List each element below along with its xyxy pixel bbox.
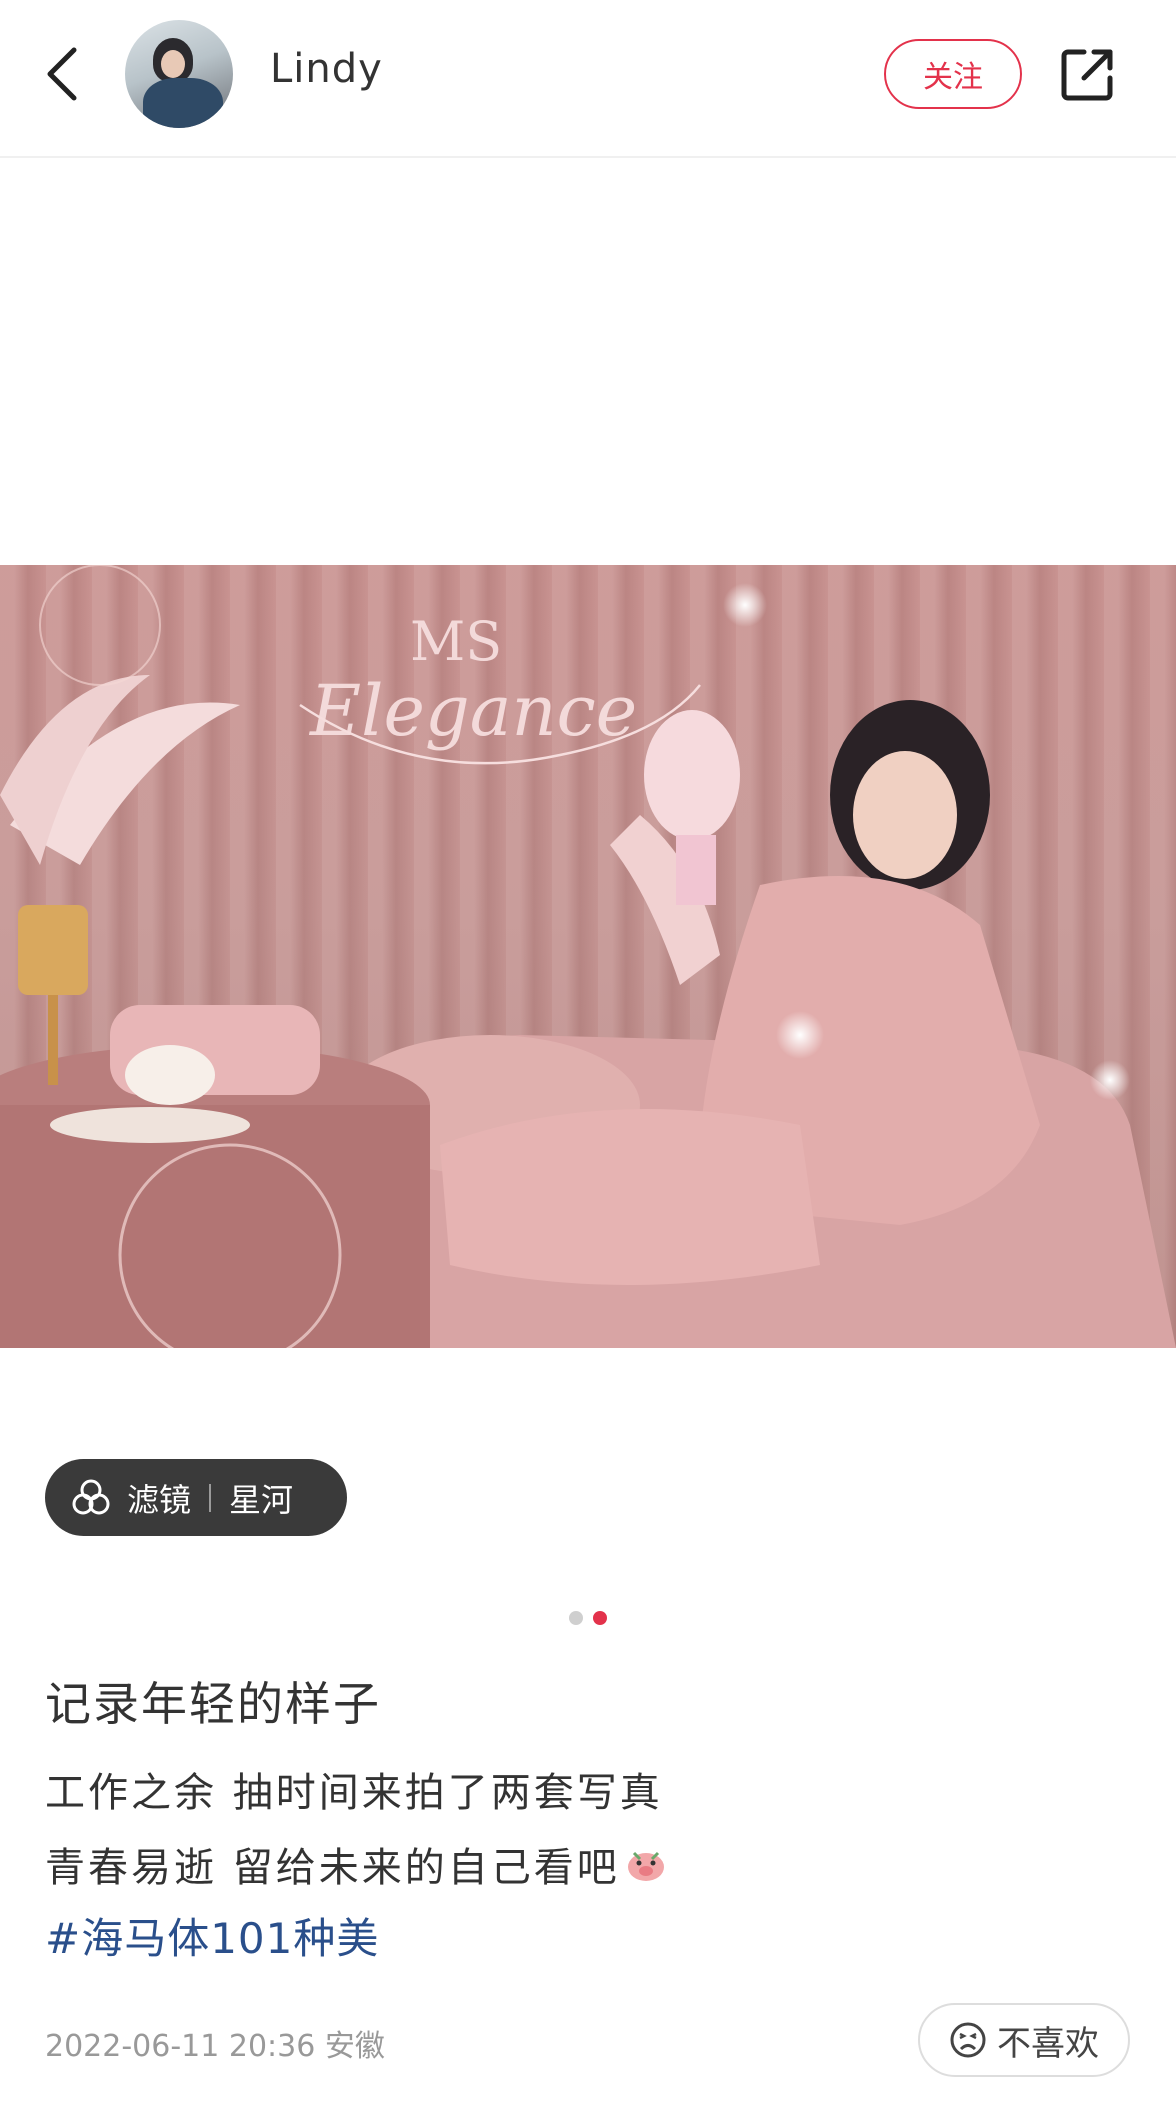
post-body-line-text: 青春易逝 留给未来的自己看吧 — [45, 1845, 620, 1891]
carousel-dot — [569, 1611, 583, 1625]
filter-icon — [72, 1479, 110, 1514]
follow-button[interactable]: 关注 — [884, 39, 1022, 109]
top-bar: Lindy 关注 — [0, 0, 1176, 158]
back-arrow-icon[interactable] — [38, 44, 86, 104]
photo-illustration: Elegance MS — [0, 565, 1176, 1348]
carousel-indicator — [569, 1611, 607, 1625]
image-carousel[interactable]: Elegance MS — [0, 158, 1176, 1566]
post-body-line: 工作之余 抽时间来拍了两套写真 — [45, 1770, 663, 1816]
filter-name: 星河 — [229, 1480, 294, 1519]
hashtag-link[interactable]: #海马体101种美 — [45, 1905, 379, 1966]
filter-badge[interactable]: 滤镜 星河 — [45, 1459, 347, 1536]
pig-emoji-icon — [627, 1851, 664, 1881]
carousel-dot-active — [593, 1611, 607, 1625]
dislike-button[interactable]: 不喜欢 — [918, 2003, 1130, 2077]
svg-text:MS: MS — [410, 610, 502, 673]
svg-text:Elegance: Elegance — [308, 670, 637, 752]
post-timestamp-location: 2022-06-11 20:36 安徽 — [45, 2029, 385, 2064]
filter-divider — [209, 1483, 212, 1512]
dislike-label: 不喜欢 — [997, 2023, 1099, 2064]
share-icon[interactable] — [1058, 44, 1118, 104]
avatar[interactable] — [125, 20, 233, 128]
post-photo[interactable]: Elegance MS — [0, 565, 1176, 1348]
sad-face-icon — [950, 2022, 986, 2058]
filter-label: 滤镜 — [127, 1480, 192, 1519]
post-title: 记录年轻的样子 — [45, 1677, 381, 1731]
post-body-line: 青春易逝 留给未来的自己看吧 — [45, 1835, 668, 1893]
username[interactable]: Lindy — [270, 46, 383, 92]
